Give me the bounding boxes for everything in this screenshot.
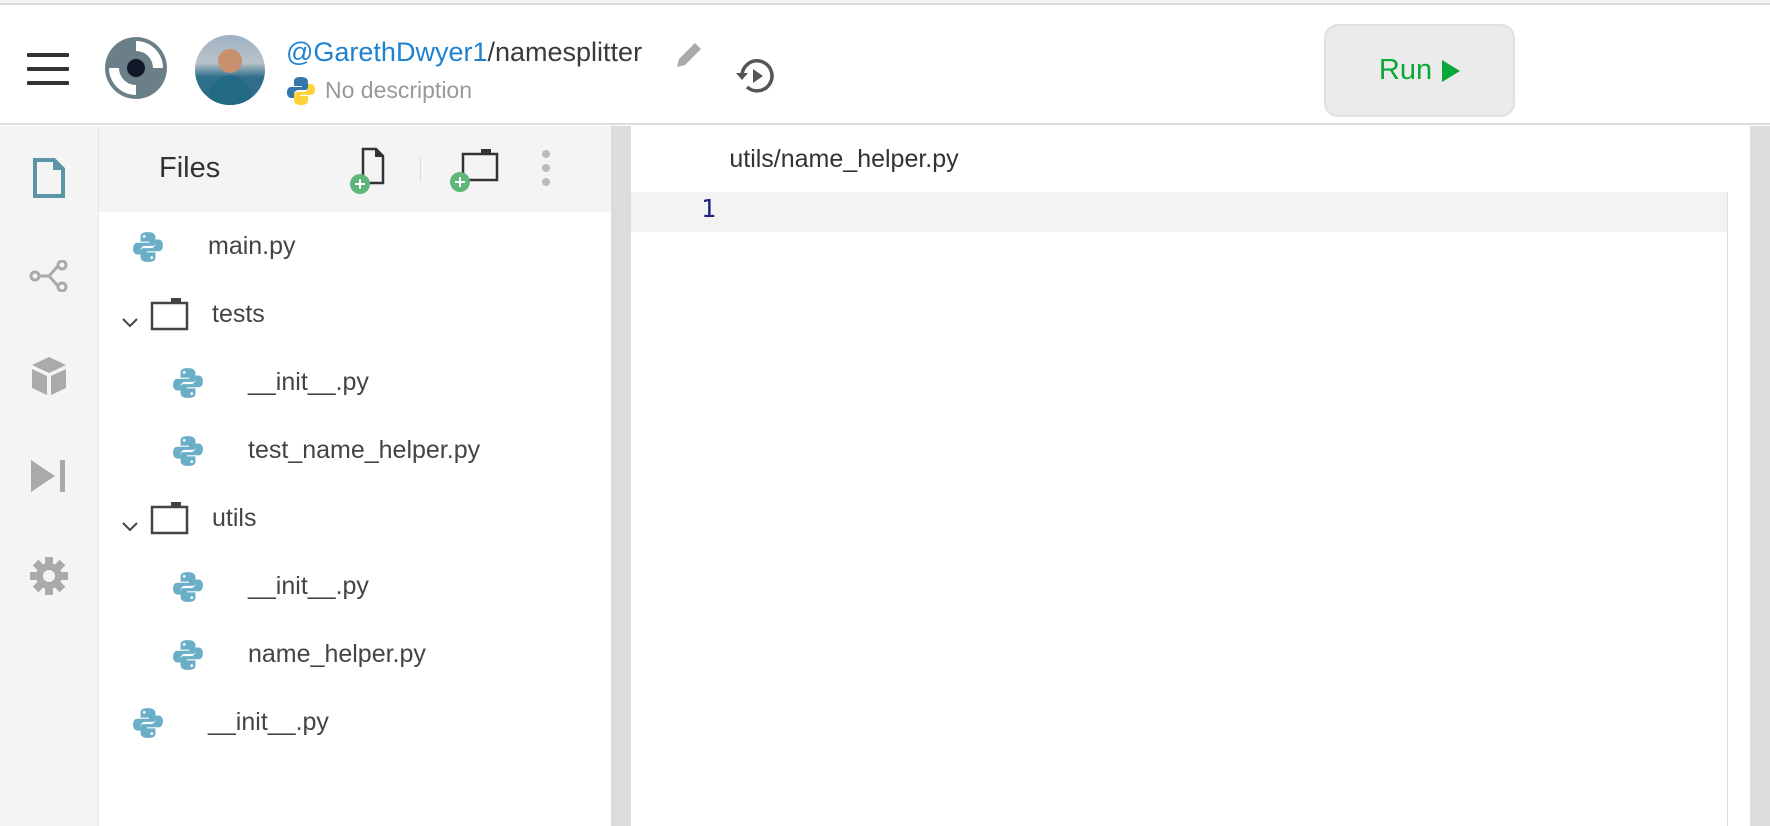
editor: utils/name_helper.py 1 [631,126,1770,826]
python-file-icon [172,637,204,680]
file-item[interactable]: test_name_helper.py [99,421,611,481]
files-panel: Files main.py tests __init__.py test_name_h… [99,126,611,826]
edit-pencil-icon[interactable] [673,39,705,76]
new-file-icon[interactable] [349,146,391,201]
python-file-icon [172,569,204,612]
folder-icon [150,501,190,542]
folder-item[interactable]: utils [99,489,611,549]
files-header: Files [99,126,611,212]
version-control-icon[interactable] [27,254,71,298]
toolbar-separator [420,156,421,182]
repl-name[interactable]: namesplitter [495,37,642,67]
python-language-icon [286,75,316,112]
panel-resize-handle[interactable] [611,126,631,826]
separator: / [487,37,495,67]
avatar[interactable] [195,35,265,105]
folder-icon [150,297,190,338]
chevron-down-icon[interactable] [121,511,139,540]
menu-icon[interactable] [27,53,69,85]
editor-ruler [1727,192,1728,826]
folder-item[interactable]: tests [99,285,611,345]
file-item[interactable]: __init__.py [99,557,611,617]
debugger-icon[interactable] [27,454,71,498]
repl-logo-icon[interactable] [103,35,169,101]
run-label: Run [1378,54,1433,86]
repl-title[interactable]: @GarethDwyer1/namesplitter [286,37,642,68]
file-name: __init__.py [248,368,369,396]
current-line-highlight[interactable] [631,192,1727,232]
files-title: Files [159,152,221,184]
file-item[interactable]: __init__.py [99,693,611,753]
history-icon[interactable] [733,53,779,104]
new-folder-icon[interactable] [449,144,501,201]
file-item[interactable]: __init__.py [99,353,611,413]
file-item[interactable]: main.py [99,217,611,277]
folder-name: utils [212,504,257,532]
python-file-icon [132,229,164,272]
more-options-icon[interactable] [541,148,551,193]
run-button[interactable]: Run [1324,24,1515,117]
settings-gear-icon[interactable] [27,554,71,598]
file-item[interactable]: name_helper.py [99,625,611,685]
packages-icon[interactable] [27,354,71,398]
python-file-icon [172,433,204,476]
play-icon [1442,59,1461,82]
file-name: test_name_helper.py [248,436,481,464]
folder-name: tests [212,300,265,328]
editor-scrollbar[interactable] [1750,126,1770,826]
file-name: __init__.py [208,708,329,736]
header: @GarethDwyer1/namesplitter No descriptio… [0,5,1770,125]
files-icon[interactable] [27,156,71,200]
python-file-icon [172,365,204,408]
file-name: __init__.py [248,572,369,600]
repl-description[interactable]: No description [325,77,472,104]
activity-bar [0,126,99,826]
python-file-icon [132,705,164,748]
tab-bar [1057,126,1770,192]
line-number: 1 [701,194,717,223]
file-name: main.py [208,232,296,260]
chevron-down-icon[interactable] [121,307,139,336]
username-link[interactable]: @GarethDwyer1 [286,37,487,67]
file-name: name_helper.py [248,640,426,668]
editor-tab-active[interactable]: utils/name_helper.py [631,126,1057,192]
